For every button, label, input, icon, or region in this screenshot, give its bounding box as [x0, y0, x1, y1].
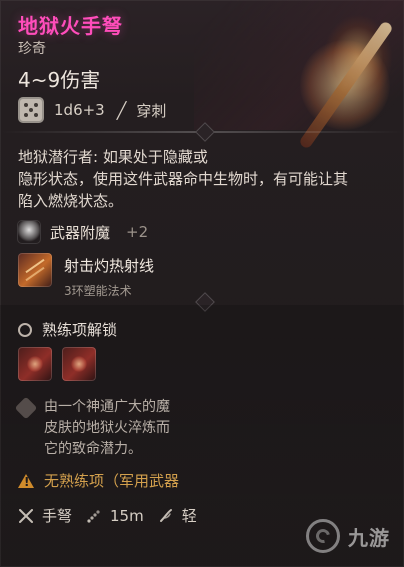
watermark-text: 九游 [348, 525, 390, 550]
item-title: 地狱火手弩 [18, 14, 123, 38]
damage-range: 4~9伤害 [18, 68, 101, 92]
damage-type: 穿刺 [136, 101, 167, 120]
warning-row: 无熟练项（军用武器 [18, 470, 179, 491]
warning-text: 无熟练项（军用武器 [44, 472, 180, 490]
warning-icon [18, 473, 34, 489]
d6-die-icon [18, 97, 44, 123]
crossbow-icon [18, 508, 34, 524]
feather-icon [158, 508, 174, 524]
spell-text: 射击灼热射线 3环塑能法术 [64, 253, 154, 299]
die-pip [29, 108, 33, 112]
item-rarity: 珍奇 [18, 41, 46, 57]
damage-detail: 1d6+3 ╱ 穿刺 [18, 96, 166, 124]
spell-level: 3环塑能法术 [64, 284, 132, 298]
weapon-type: 手弩 [18, 505, 72, 526]
stats-row: 手弩 15m 轻 [18, 505, 197, 526]
tooltip-header: 地狱火手弩 珍奇 4~9伤害 1d6+3 ╱ 穿刺 [0, 0, 404, 132]
lore-row: 由一个神通广大的魔 皮肤的地狱火淬炼而 它的致命潜力。 [14, 396, 234, 460]
proficiency-action-icon [18, 347, 52, 381]
proficiency-icon [18, 322, 32, 337]
die-pip [24, 103, 28, 107]
die-pip [24, 113, 28, 117]
weapon-range-label: 15m [110, 506, 144, 525]
die-pip [34, 113, 38, 117]
range-icon [86, 508, 102, 524]
watermark: 九游 [306, 519, 390, 553]
weapon-range: 15m [86, 507, 144, 525]
spell-row: 射击灼热射线 3环塑能法术 [18, 253, 154, 299]
weapon-description: 地狱潜行者: 如果处于隐藏或 隐形状态，使用这件武器命中生物时，有可能让其 陷入… [18, 148, 349, 210]
weapon-property: 轻 [158, 505, 197, 526]
proficiency-action-icon [62, 347, 96, 381]
enchantment-label: 武器附魔 [50, 223, 111, 242]
piercing-icon: ╱ [116, 100, 127, 120]
enchantment-bonus: +2 [126, 223, 149, 241]
watermark-logo-icon [306, 519, 340, 553]
proficiency-header: 熟练项解锁 [18, 319, 117, 340]
lore-text: 由一个神通广大的魔 皮肤的地狱火淬炼而 它的致命潜力。 [44, 399, 170, 457]
die-pip [34, 103, 38, 107]
item-tooltip: 地狱火手弩 珍奇 4~9伤害 1d6+3 ╱ 穿刺 地狱潜行者: 如果处于隐藏或… [0, 0, 404, 567]
enchant-icon [18, 221, 40, 243]
damage-roll: 1d6+3 [54, 101, 105, 119]
proficiency-unlocks [18, 347, 96, 381]
enchantment-row: 武器附魔 +2 [18, 221, 148, 243]
lore-icon [14, 396, 38, 420]
weapon-property-label: 轻 [181, 507, 197, 525]
weapon-type-label: 手弩 [42, 507, 73, 525]
spell-icon [18, 253, 52, 287]
proficiency-title: 熟练项解锁 [42, 321, 118, 339]
spell-name: 射击灼热射线 [64, 257, 155, 275]
